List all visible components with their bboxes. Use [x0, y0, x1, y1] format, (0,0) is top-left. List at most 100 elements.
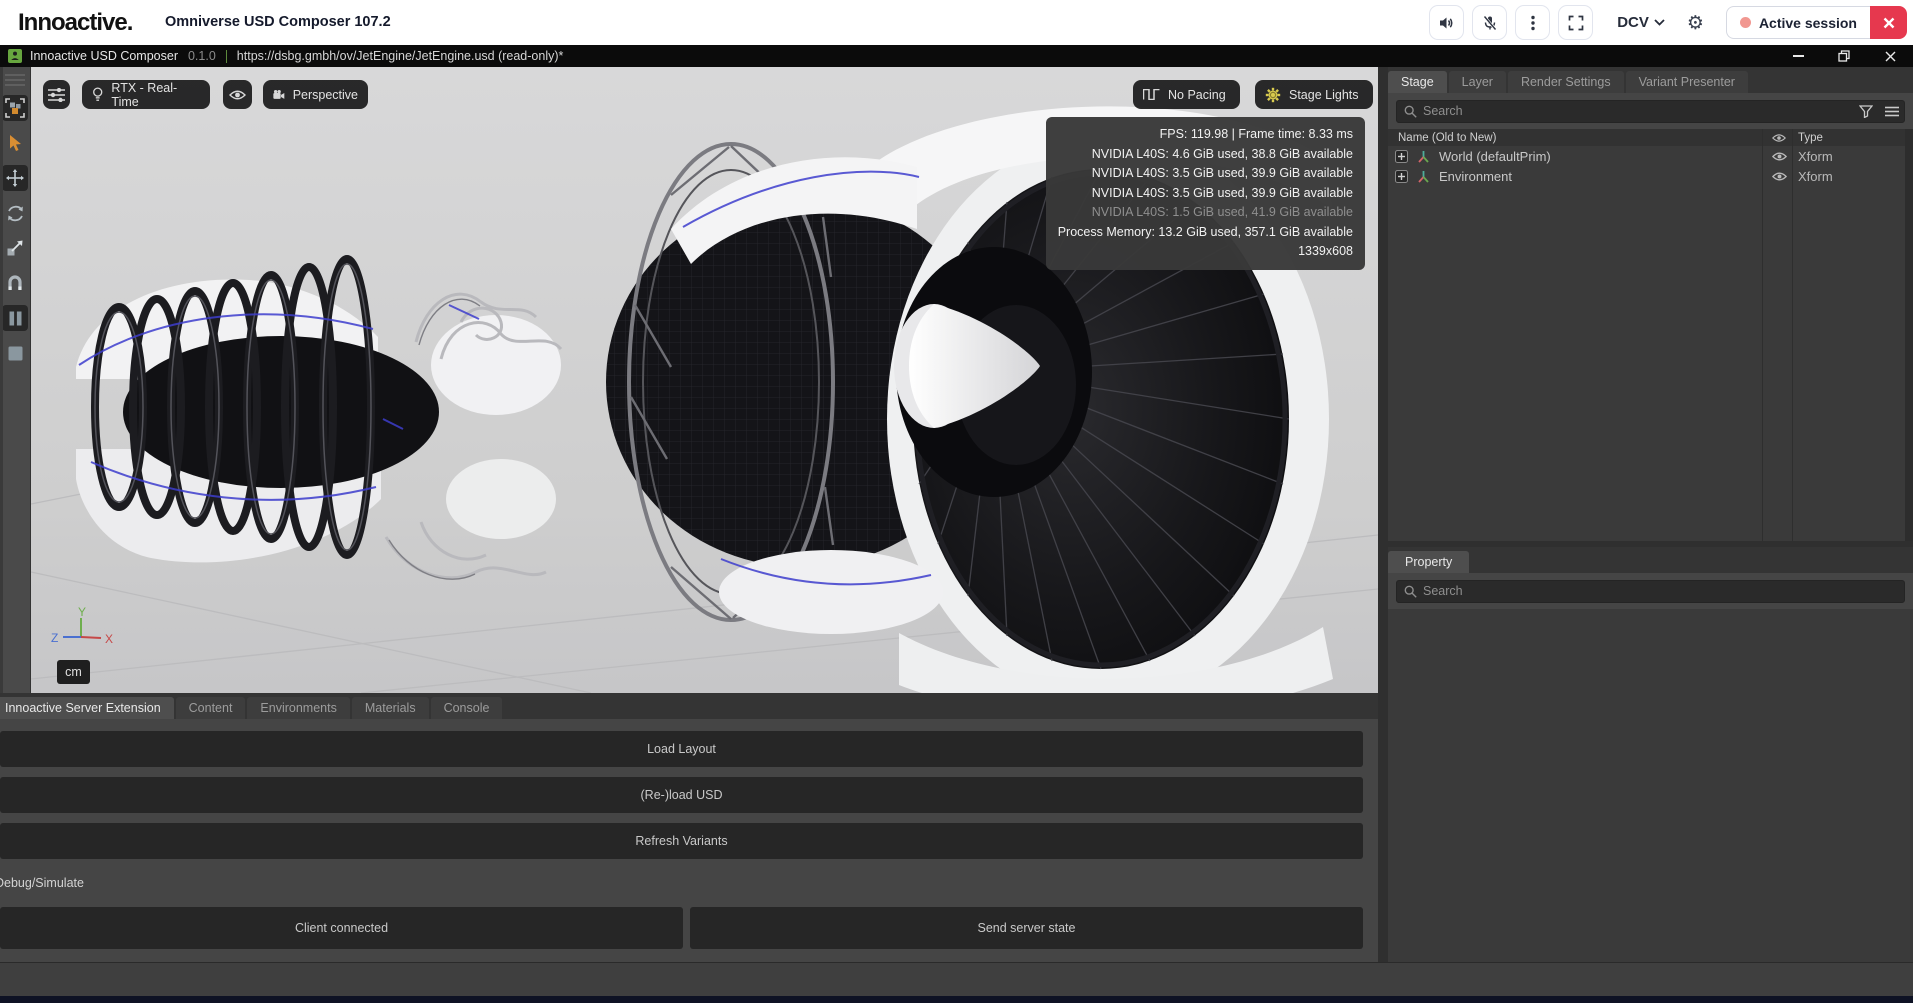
renderer-selector-button[interactable]: RTX - Real-Time [82, 80, 210, 109]
visibility-column-header [1768, 133, 1790, 143]
stats-gpu-1: NVIDIA L40S: 4.6 GiB used, 38.8 GiB avai… [1058, 145, 1353, 165]
restore-button[interactable] [1821, 45, 1867, 67]
bottom-border-bar [0, 996, 1913, 1003]
eye-icon [229, 89, 246, 101]
stage-search-input[interactable] [1423, 104, 1897, 118]
select-tool[interactable] [2, 130, 28, 156]
viewport[interactable]: RTX - Real-Time Perspective No Pacing [31, 67, 1378, 693]
tree-row-environment[interactable]: Environment Xform [1388, 166, 1913, 186]
type-column-header[interactable]: Type [1798, 132, 1823, 144]
end-session-button[interactable] [1870, 6, 1907, 39]
status-strip [0, 962, 1913, 996]
stats-fps: FPS: 119.98 | Frame time: 8.33 ms [1058, 125, 1353, 145]
tab-content[interactable]: Content [176, 697, 246, 719]
fullscreen-icon [1568, 15, 1584, 31]
stage-lights-button[interactable]: Stage Lights [1255, 80, 1373, 109]
tab-materials[interactable]: Materials [352, 697, 429, 719]
kebab-menu-icon [1531, 15, 1535, 31]
speaker-icon [1438, 15, 1455, 31]
stage-tree-empty-area[interactable] [1388, 186, 1913, 541]
tab-render-settings[interactable]: Render Settings [1508, 71, 1624, 93]
property-panel-tabs: Property [1388, 547, 1913, 573]
tab-innoactive-server-extension[interactable]: Innoactive Server Extension [0, 697, 174, 719]
client-connected-button[interactable]: Client connected [0, 907, 683, 949]
magnet-icon [6, 274, 24, 292]
pause-playback-tool[interactable] [2, 305, 28, 331]
eye-icon [1772, 151, 1787, 162]
stage-scrollbar[interactable] [1905, 166, 1913, 186]
tab-stage[interactable]: Stage [1388, 71, 1447, 93]
tab-console[interactable]: Console [431, 697, 503, 719]
toolbar-drag-handle[interactable] [5, 74, 25, 86]
viewport-settings-button[interactable] [43, 80, 70, 109]
microphone-off-icon [1482, 15, 1498, 31]
move-icon [6, 169, 24, 187]
snap-tool[interactable] [2, 270, 28, 296]
prim-type: Xform [1798, 169, 1833, 184]
stop-playback-tool[interactable] [2, 340, 28, 366]
expand-icon[interactable] [1395, 150, 1408, 163]
active-session-button[interactable]: Active session [1726, 6, 1870, 39]
load-layout-button[interactable]: Load Layout [0, 731, 1363, 767]
innoactive-app-glyph-icon [8, 49, 22, 63]
stage-search-row [1388, 93, 1913, 129]
tree-row-world[interactable]: World (defaultPrim) Xform [1388, 146, 1913, 166]
name-column-header[interactable]: Name (Old to New) [1398, 132, 1496, 144]
property-search-box[interactable] [1396, 580, 1905, 603]
square-wave-icon [1143, 89, 1160, 100]
expand-icon[interactable] [1395, 170, 1408, 183]
minimize-icon [1793, 55, 1804, 57]
visibility-options-button[interactable] [223, 80, 252, 109]
minimize-button[interactable] [1775, 45, 1821, 67]
sliders-icon [48, 88, 65, 102]
stage-search-box[interactable] [1396, 100, 1905, 123]
search-icon [1404, 585, 1417, 598]
session-status-dot [1740, 17, 1751, 28]
filter-icon[interactable] [1859, 105, 1873, 118]
settings-gear-button[interactable]: ⚙ [1687, 12, 1704, 34]
no-pacing-label: No Pacing [1168, 88, 1226, 102]
stage-scrollbar[interactable] [1905, 186, 1913, 541]
stage-scrollbar[interactable] [1905, 146, 1913, 166]
lightbulb-icon [92, 87, 103, 102]
move-tool[interactable] [2, 165, 28, 191]
property-empty-area [1388, 609, 1913, 962]
window-app-version: 0.1.0 [188, 49, 216, 63]
fullscreen-button[interactable] [1558, 5, 1593, 40]
renderer-label: RTX - Real-Time [111, 81, 200, 109]
tab-environments[interactable]: Environments [247, 697, 349, 719]
stats-gpu-2: NVIDIA L40S: 3.5 GiB used, 39.9 GiB avai… [1058, 164, 1353, 184]
stage-lights-label: Stage Lights [1289, 88, 1359, 102]
microphone-muted-button[interactable] [1472, 5, 1507, 40]
send-server-state-button[interactable]: Send server state [690, 907, 1363, 949]
reload-usd-button[interactable]: (Re-)load USD [0, 777, 1363, 813]
close-window-button[interactable] [1867, 45, 1913, 67]
rotate-icon [6, 204, 25, 223]
stage-tree-header: Name (Old to New) Type [1388, 129, 1913, 146]
top-bar-controls: DCV ⚙ Active session [1429, 0, 1913, 45]
tab-layer[interactable]: Layer [1449, 71, 1506, 93]
visibility-toggle[interactable] [1768, 171, 1790, 182]
property-search-input[interactable] [1423, 584, 1897, 598]
stage-scrollbar[interactable] [1905, 129, 1913, 146]
camera-icon [273, 88, 285, 101]
speaker-button[interactable] [1429, 5, 1464, 40]
tab-variant-presenter[interactable]: Variant Presenter [1626, 71, 1748, 93]
prim-type: Xform [1798, 149, 1833, 164]
refresh-variants-button[interactable]: Refresh Variants [0, 823, 1363, 859]
stats-gpu-4: NVIDIA L40S: 1.5 GiB used, 41.9 GiB avai… [1058, 203, 1353, 223]
tab-property[interactable]: Property [1388, 551, 1469, 573]
camera-selector-button[interactable]: Perspective [263, 80, 368, 109]
stage-panel-tabs: Stage Layer Render Settings Variant Pres… [1388, 67, 1913, 93]
no-pacing-button[interactable]: No Pacing [1133, 80, 1240, 109]
selection-mode-tool[interactable] [2, 95, 28, 121]
list-options-icon[interactable] [1885, 106, 1899, 117]
visibility-toggle[interactable] [1768, 151, 1790, 162]
scale-tool[interactable] [2, 235, 28, 261]
more-options-button[interactable] [1515, 5, 1550, 40]
rotate-tool[interactable] [2, 200, 28, 226]
prim-name[interactable]: Environment [1439, 169, 1512, 184]
dcv-dropdown[interactable]: DCV [1617, 14, 1665, 31]
xform-icon [1417, 170, 1430, 183]
prim-name[interactable]: World (defaultPrim) [1439, 149, 1551, 164]
